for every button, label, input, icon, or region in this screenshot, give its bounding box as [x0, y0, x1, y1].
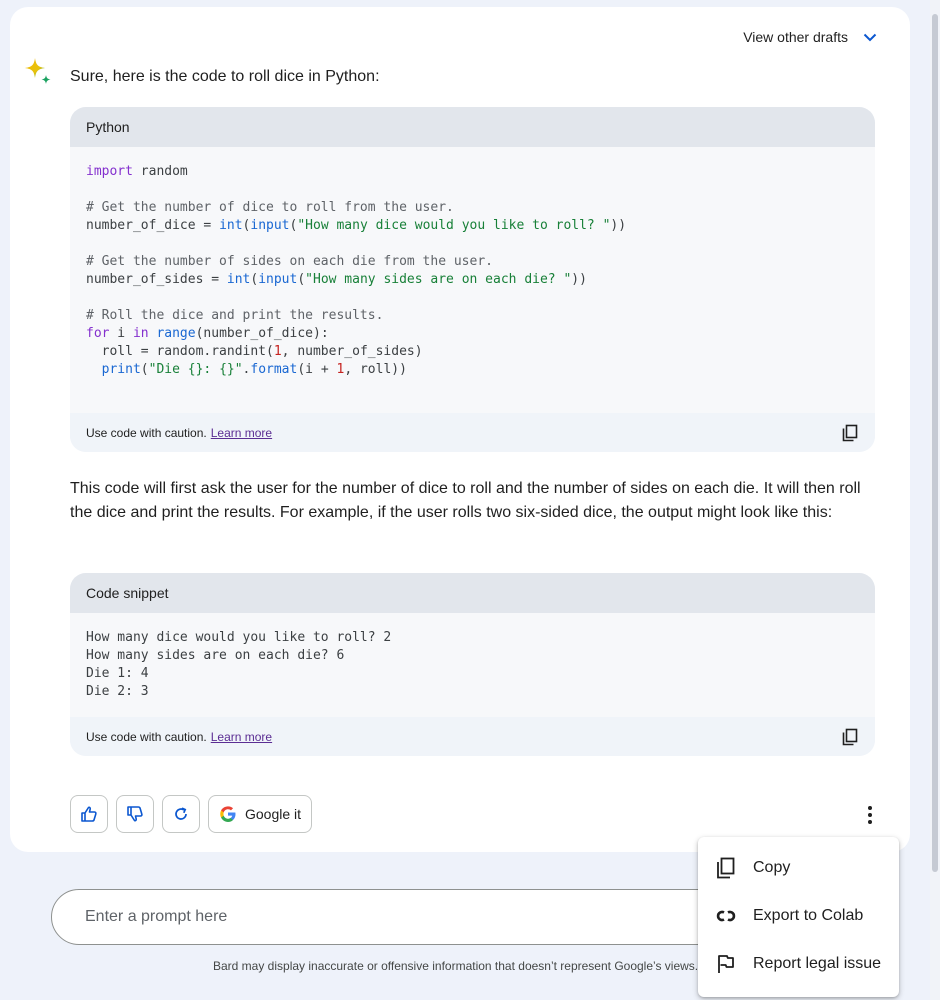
learn-more-link[interactable]: Learn more	[211, 426, 272, 440]
copy-code-icon[interactable]	[841, 728, 859, 746]
google-it-label: Google it	[245, 806, 302, 822]
caution-text: Use code with caution. Learn more	[86, 426, 273, 440]
thumbs-down-icon	[127, 806, 143, 822]
copy-code-icon[interactable]	[841, 424, 859, 442]
prompt-input[interactable]	[83, 907, 687, 927]
menu-item-label: Export to Colab	[753, 907, 864, 924]
learn-more-link[interactable]: Learn more	[211, 730, 272, 744]
code-line: print("Die {}: {}".format(i + 1, roll))	[101, 362, 407, 377]
prompt-box[interactable]	[51, 889, 811, 945]
code-line: import random	[86, 164, 188, 179]
code-block-python: Python import random # Get the number of…	[70, 107, 875, 452]
thumbs-down-button[interactable]	[116, 795, 154, 833]
caution-text: Use code with caution. Learn more	[86, 730, 273, 744]
code-block-footer: Use code with caution. Learn more	[70, 717, 875, 756]
menu-item-export-colab[interactable]: Export to Colab	[698, 892, 899, 940]
menu-item-copy[interactable]: Copy	[698, 844, 899, 892]
chevron-down-icon	[863, 33, 877, 42]
thumbs-up-button[interactable]	[70, 795, 108, 833]
code-line: # Roll the dice and print the results.	[86, 308, 384, 323]
menu-item-label: Report legal issue	[753, 955, 882, 972]
code-line: # Get the number of dice to roll from th…	[86, 200, 454, 215]
bard-page: View other drafts Sure, here is the code…	[0, 0, 940, 1000]
code-line: for i in range(number_of_dice):	[86, 326, 329, 341]
response-paragraph: This code will first ask the user for th…	[70, 480, 861, 521]
code-line: How many sides are on each die? 6	[86, 648, 345, 663]
more-options-icon[interactable]	[858, 803, 882, 827]
response-actions: Google it	[70, 795, 313, 833]
code-block-language: Python	[70, 107, 875, 147]
response-intro: Sure, here is the code to roll dice in P…	[70, 68, 380, 85]
code-line: Die 1: 4	[86, 666, 149, 681]
code-line: number_of_sides = int(input("How many si…	[86, 272, 587, 287]
code-line: Die 2: 3	[86, 684, 149, 699]
code-block-footer: Use code with caution. Learn more	[70, 413, 875, 452]
code-block-content[interactable]: How many dice would you like to roll? 2 …	[70, 613, 875, 717]
thumbs-up-icon	[81, 806, 97, 822]
code-block-snippet: Code snippet How many dice would you lik…	[70, 573, 875, 756]
view-other-drafts-button[interactable]: View other drafts	[743, 29, 878, 45]
code-line: How many dice would you like to roll? 2	[86, 630, 392, 645]
code-block-content[interactable]: import random # Get the number of dice t…	[70, 147, 875, 413]
code-line: # Get the number of sides on each die fr…	[86, 254, 493, 269]
regenerate-button[interactable]	[162, 795, 200, 833]
scrollbar[interactable]	[930, 0, 940, 1000]
menu-item-label: Copy	[753, 859, 791, 876]
flag-icon	[718, 955, 734, 973]
more-options-menu: Copy Export to Colab Report legal issue	[698, 837, 899, 997]
drafts-label: View other drafts	[743, 29, 848, 45]
scrollbar-thumb[interactable]	[932, 14, 938, 872]
copy-icon	[717, 857, 735, 879]
menu-item-report[interactable]: Report legal issue	[698, 940, 899, 988]
disclaimer-text: Bard may display inaccurate or offensive…	[213, 959, 699, 973]
refresh-icon	[175, 807, 187, 820]
colab-icon	[716, 910, 736, 922]
code-block-language: Code snippet	[70, 573, 875, 613]
response-card: View other drafts Sure, here is the code…	[10, 7, 910, 852]
bard-sparkle-icon	[25, 58, 51, 84]
google-it-button[interactable]: Google it	[208, 795, 313, 833]
google-logo-icon	[220, 806, 236, 822]
code-line: number_of_dice = int(input("How many dic…	[86, 218, 627, 233]
code-line: roll = random.randint(1, number_of_sides…	[86, 344, 423, 359]
